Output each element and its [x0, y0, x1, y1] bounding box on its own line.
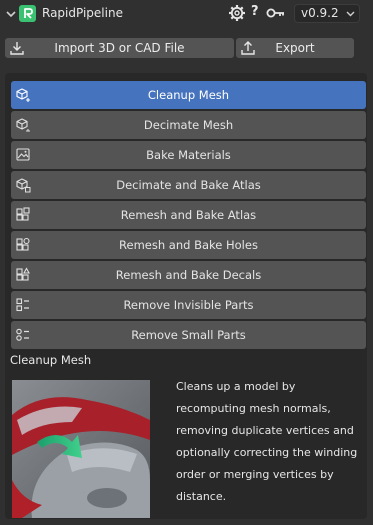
menu-item-label: Remove Small Parts	[131, 328, 246, 342]
import-button[interactable]: Import 3D or CAD File	[5, 38, 234, 58]
menu-item-label: Bake Materials	[146, 148, 231, 162]
menu-item-label: Decimate and Bake Atlas	[116, 178, 261, 192]
remesh-holes-icon	[16, 237, 30, 251]
preview-image	[12, 380, 150, 518]
menu-item-label: Remesh and Bake Holes	[119, 238, 258, 252]
cube-sparkle-icon	[16, 88, 30, 102]
export-button[interactable]: Export	[236, 38, 354, 58]
export-label: Export	[275, 41, 315, 55]
menu-item-remesh-bake-holes[interactable]: Remesh and Bake Holes	[11, 231, 366, 259]
rapidpipeline-logo-icon	[19, 5, 36, 22]
toolbar: Import 3D or CAD File Export	[5, 38, 354, 58]
remesh-decals-icon	[16, 267, 30, 281]
version-select[interactable]: v0.9.2	[294, 4, 360, 23]
detail-title: Cleanup Mesh	[10, 353, 92, 367]
menu-item-bake-materials[interactable]: Bake Materials	[11, 141, 366, 169]
menu-item-cleanup-mesh[interactable]: Cleanup Mesh	[11, 81, 366, 109]
export-icon	[241, 41, 255, 55]
cube-minus-icon	[16, 118, 30, 132]
pipeline-menu: Cleanup Mesh Decimate Mesh Bake Material…	[11, 81, 366, 351]
menu-item-decimate-bake-atlas[interactable]: Decimate and Bake Atlas	[11, 171, 366, 199]
import-icon	[10, 42, 24, 55]
remove-invisible-icon	[16, 298, 29, 312]
help-button[interactable]: ?	[251, 4, 259, 19]
menu-item-remesh-bake-decals[interactable]: Remesh and Bake Decals	[11, 261, 366, 289]
menu-item-label: Remesh and Bake Decals	[115, 268, 262, 282]
menu-item-label: Cleanup Mesh	[147, 88, 230, 102]
version-value: v0.9.2	[301, 6, 339, 20]
menu-item-remove-invisible-parts[interactable]: Remove Invisible Parts	[11, 291, 366, 319]
key-icon[interactable]	[266, 5, 286, 21]
remesh-atlas-icon	[16, 207, 30, 221]
cube-atlas-icon	[16, 178, 31, 193]
menu-item-label: Decimate Mesh	[143, 118, 234, 132]
chevron-down-icon	[346, 11, 355, 17]
detail-description: Cleans up a model by recomputing mesh no…	[176, 380, 358, 503]
menu-item-decimate-mesh[interactable]: Decimate Mesh	[11, 111, 366, 139]
menu-item-remesh-bake-atlas[interactable]: Remesh and Bake Atlas	[11, 201, 366, 229]
import-label: Import 3D or CAD File	[54, 41, 185, 55]
addon-header: RapidPipeline ? v0.9.2	[0, 0, 373, 28]
remove-small-icon	[16, 328, 29, 341]
chevron-down-icon[interactable]	[4, 7, 18, 21]
menu-item-remove-small-parts[interactable]: Remove Small Parts	[11, 321, 366, 349]
app-title: RapidPipeline	[42, 6, 123, 20]
gear-icon[interactable]	[228, 4, 246, 22]
menu-item-label: Remesh and Bake Atlas	[120, 208, 257, 222]
menu-item-label: Remove Invisible Parts	[123, 298, 254, 312]
image-texture-icon	[16, 148, 30, 161]
